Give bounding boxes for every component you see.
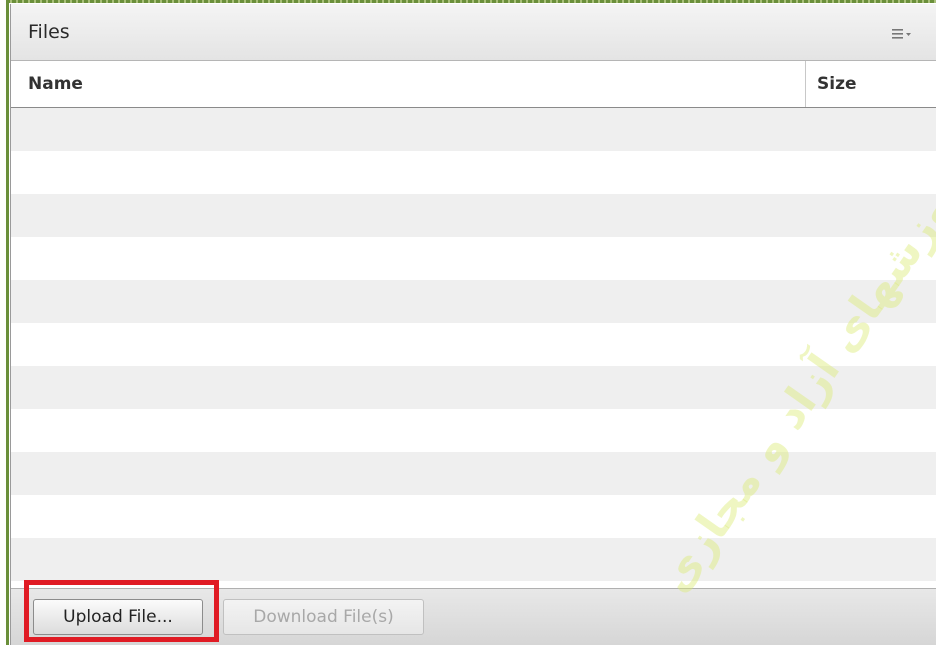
panel-title: Files bbox=[28, 21, 70, 43]
download-files-button: Download File(s) bbox=[223, 599, 424, 635]
list-menu-icon[interactable] bbox=[891, 26, 913, 42]
table-row bbox=[11, 495, 936, 538]
files-window: Files Name Size Upload File... Download … bbox=[0, 0, 936, 645]
table-row bbox=[11, 194, 936, 237]
table-row bbox=[11, 366, 936, 409]
column-header-size[interactable]: Size bbox=[817, 74, 857, 94]
table-row bbox=[11, 108, 936, 151]
panel-titlebar: Files bbox=[11, 4, 936, 61]
table-row bbox=[11, 452, 936, 495]
frame-border-left bbox=[6, 0, 9, 645]
table-row bbox=[11, 151, 936, 194]
table-row bbox=[11, 323, 936, 366]
table-row bbox=[11, 237, 936, 280]
column-divider[interactable] bbox=[805, 61, 806, 107]
table-row bbox=[11, 409, 936, 452]
table-header: Name Size bbox=[11, 61, 936, 108]
table-row bbox=[11, 280, 936, 323]
files-panel: Files Name Size Upload File... Download … bbox=[10, 4, 936, 645]
column-header-name[interactable]: Name bbox=[28, 74, 83, 94]
frame-border-top bbox=[6, 0, 936, 3]
upload-highlight-box bbox=[24, 580, 219, 642]
file-list[interactable] bbox=[11, 108, 936, 588]
table-row bbox=[11, 538, 936, 581]
